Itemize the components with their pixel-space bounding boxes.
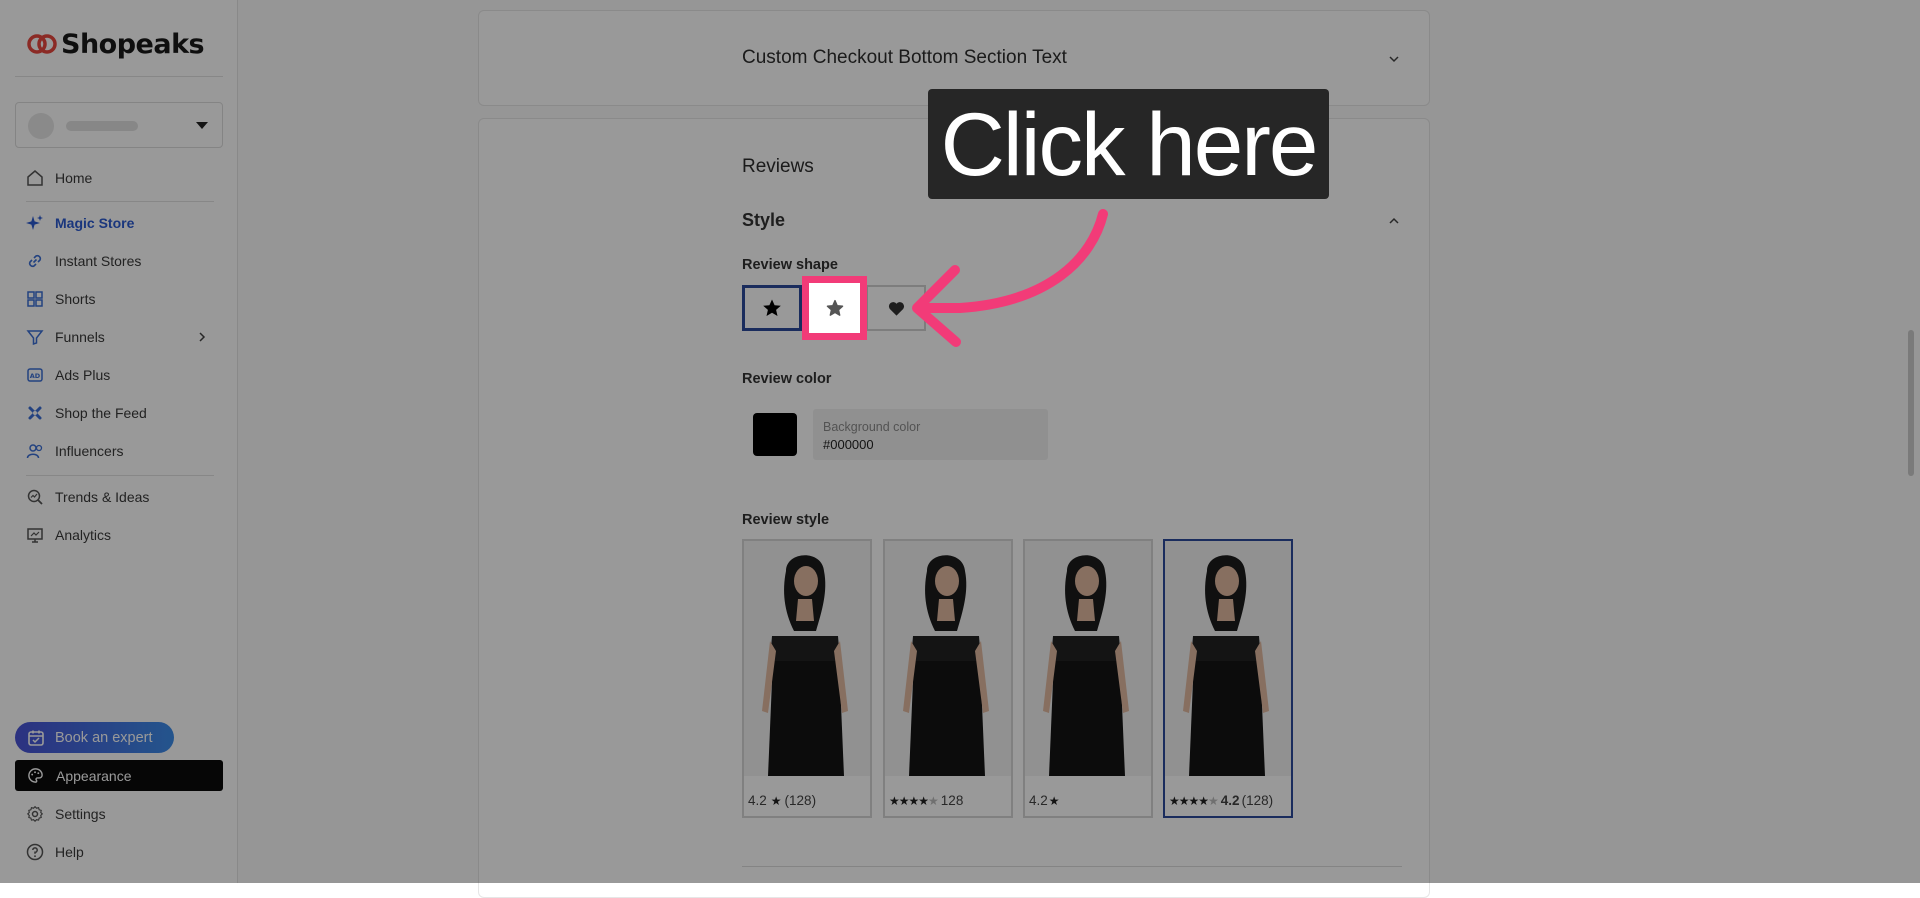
- review-style-caption: ★★★★★ 4.2 (128): [1169, 793, 1273, 808]
- sidebar-item-ads-plus[interactable]: AD Ads Plus: [26, 363, 110, 387]
- sidebar-item-label: Analytics: [55, 527, 112, 543]
- calendar-icon: [28, 730, 44, 746]
- sidebar-item-analytics[interactable]: Analytics: [26, 523, 111, 547]
- settings-label: Settings: [55, 806, 106, 822]
- sidebar-item-help[interactable]: Help: [26, 840, 84, 864]
- sidebar-item-label: Ads Plus: [55, 367, 111, 383]
- sidebar-item-shop-the-feed[interactable]: Shop the Feed: [26, 401, 147, 425]
- caret-down-icon: [196, 122, 208, 129]
- brand-name: Shopeaks: [61, 28, 205, 60]
- gear-icon: [26, 805, 44, 822]
- background-color-label: Background color: [823, 420, 921, 434]
- review-style-label: Review style: [742, 512, 830, 528]
- book-expert-button[interactable]: Book an expert: [15, 722, 174, 753]
- star-rating-icons: ★★★★★: [1169, 793, 1219, 808]
- shape-star-rounded-button[interactable]: [809, 283, 860, 333]
- chevron-up-icon[interactable]: [1387, 214, 1401, 228]
- review-color-swatch[interactable]: [753, 413, 797, 456]
- users-icon: [26, 444, 43, 459]
- sidebar-item-label: Magic Store: [55, 215, 135, 231]
- star-rating-icons: ★★★★★: [889, 793, 939, 808]
- review-style-option-3[interactable]: 4.2 ★: [1023, 539, 1153, 818]
- star-rounded-icon: [826, 299, 843, 316]
- link-icon: [28, 254, 42, 268]
- divider: [742, 866, 1402, 867]
- background-color-value[interactable]: #000000: [823, 437, 874, 452]
- store-name: [66, 121, 138, 131]
- trends-icon: [27, 489, 43, 505]
- sidebar-item-shorts[interactable]: Shorts: [26, 287, 95, 311]
- ad-icon: AD: [27, 368, 43, 382]
- divider: [26, 475, 214, 476]
- review-style-option-2[interactable]: ★★★★★ 128: [883, 539, 1013, 818]
- sidebar-item-label: Funnels: [55, 329, 105, 345]
- divider: [15, 76, 223, 77]
- sidebar-item-magic-store[interactable]: Magic Store: [26, 211, 134, 235]
- sidebar-item-influencers[interactable]: Influencers: [26, 439, 123, 463]
- chevron-down-icon[interactable]: [1387, 52, 1401, 66]
- model-photo: [1025, 541, 1151, 776]
- sidebar-item-label: Influencers: [55, 443, 124, 459]
- sidebar-item-label: Shorts: [55, 291, 96, 307]
- sidebar-item-home[interactable]: Home: [26, 166, 92, 190]
- review-style-caption: 4.2 ★ (128): [748, 793, 816, 808]
- sidebar: Shopeaks Home Magic Store Instant Stores…: [0, 0, 238, 883]
- book-expert-label: Book an expert: [55, 729, 153, 746]
- brand-logo[interactable]: Shopeaks: [26, 28, 205, 60]
- sidebar-item-label: Home: [55, 170, 93, 186]
- palette-icon: [28, 768, 43, 783]
- model-photo: [885, 541, 1011, 776]
- home-icon: [27, 170, 43, 186]
- style-heading[interactable]: Style: [742, 210, 785, 231]
- sidebar-item-trends-ideas[interactable]: Trends & Ideas: [26, 485, 149, 509]
- sidebar-item-appearance[interactable]: Appearance: [15, 760, 223, 791]
- sidebar-item-settings[interactable]: Settings: [26, 802, 106, 826]
- star-icon: ★: [770, 793, 782, 808]
- star-icon: ★: [1048, 793, 1060, 808]
- model-photo: [1165, 541, 1291, 776]
- review-count: (128): [784, 793, 817, 808]
- help-label: Help: [55, 844, 84, 860]
- review-shape-label: Review shape: [742, 257, 838, 273]
- review-style-caption: 4.2 ★: [1029, 793, 1060, 808]
- sparkle-icon: [26, 215, 43, 230]
- highlight-frame: [802, 276, 867, 340]
- scrollbar[interactable]: [1908, 330, 1914, 476]
- svg-text:AD: AD: [30, 372, 41, 380]
- sidebar-item-instant-stores[interactable]: Instant Stores: [26, 249, 141, 273]
- chevron-right-icon[interactable]: [196, 331, 208, 343]
- grid-icon: [27, 291, 43, 307]
- review-style-option-4[interactable]: ★★★★★ 4.2 (128): [1163, 539, 1293, 818]
- checkout-section-title[interactable]: Custom Checkout Bottom Section Text: [742, 47, 1067, 69]
- funnel-icon: [26, 330, 44, 346]
- rating-value: 4.2: [1029, 793, 1048, 808]
- analytics-icon: [27, 528, 43, 543]
- review-color-label: Review color: [742, 371, 832, 387]
- feed-icon: [28, 406, 42, 420]
- rating-value: 4.2: [748, 793, 767, 808]
- appearance-label: Appearance: [56, 767, 132, 784]
- review-style-option-1[interactable]: 4.2 ★ (128): [742, 539, 872, 818]
- review-style-caption: ★★★★★ 128: [889, 793, 963, 808]
- background-color-field[interactable]: Background color #000000: [813, 409, 1048, 460]
- rating-value: 4.2: [1220, 793, 1240, 808]
- reviews-title: Reviews: [742, 156, 814, 177]
- sidebar-item-funnels[interactable]: Funnels: [26, 325, 105, 349]
- sidebar-item-label: Trends & Ideas: [55, 489, 150, 505]
- star-icon: [763, 299, 781, 316]
- shape-star-filled-button[interactable]: [742, 285, 802, 331]
- review-count: 128: [940, 793, 964, 808]
- sidebar-item-label: Instant Stores: [55, 253, 142, 269]
- shopeaks-logo-icon: [27, 34, 57, 54]
- sidebar-item-label: Shop the Feed: [55, 405, 147, 421]
- model-photo: [744, 541, 870, 776]
- review-count: (128): [1241, 793, 1274, 808]
- help-icon: [26, 843, 44, 861]
- pointer-arrow-icon: [912, 209, 1108, 347]
- tutorial-tooltip: Click here: [928, 89, 1329, 199]
- store-avatar: [28, 113, 54, 139]
- divider: [26, 201, 214, 202]
- store-selector[interactable]: [15, 102, 223, 148]
